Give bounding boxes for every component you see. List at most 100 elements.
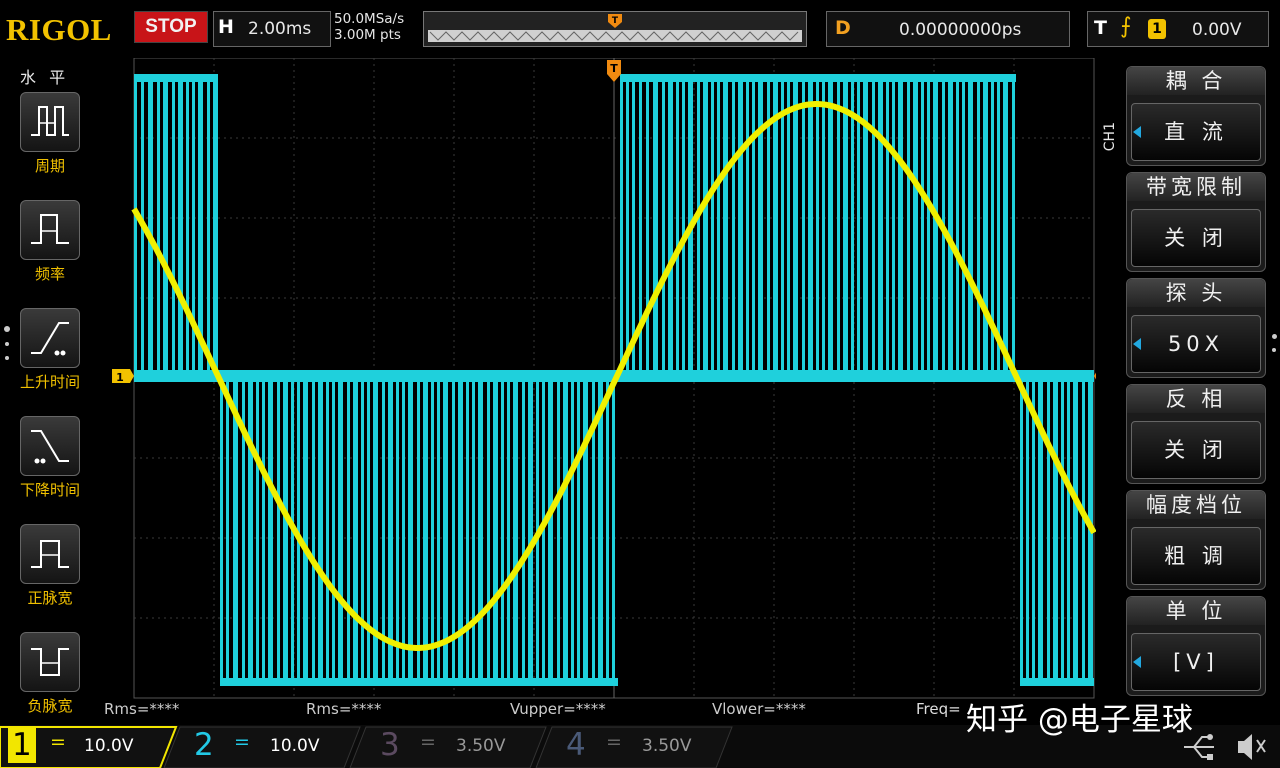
menu-group-value: [V] <box>1131 633 1261 691</box>
pwm-pulse <box>620 74 623 376</box>
pwm-pulse <box>668 74 673 376</box>
pwm-pulse <box>808 74 813 376</box>
menu-page-dot <box>5 342 9 346</box>
pwm-pulse <box>921 74 924 376</box>
menu-group-unit[interactable]: 单 位 [V] <box>1126 596 1266 696</box>
run-stop-button[interactable]: STOP <box>134 11 208 43</box>
pwm-pulse <box>507 376 510 686</box>
menu-group-title: 带宽限制 <box>1127 173 1265 201</box>
pwm-pulse <box>268 376 273 686</box>
channel-number: 4 <box>566 727 586 763</box>
menu-item-label: 下降时间 <box>19 481 80 499</box>
pwm-pulse <box>828 74 833 376</box>
timebase-label: H <box>218 16 234 38</box>
pwm-pulse <box>977 74 980 376</box>
pwm-pulse <box>927 74 930 376</box>
pwm-pulse <box>318 376 323 686</box>
channel-scale: 3.50V <box>642 736 692 756</box>
pwm-pulse <box>402 376 405 686</box>
menu-group-value: 直 流 <box>1131 103 1261 161</box>
pwm-pulse <box>207 74 210 376</box>
delay-box[interactable]: D 0.00000000ps <box>826 11 1070 47</box>
pwm-pulse <box>956 74 959 376</box>
pwm-pulse <box>913 74 918 376</box>
pwm-pulse <box>662 74 665 376</box>
menu-group-value: 粗 调 <box>1131 527 1261 585</box>
timebase-box[interactable]: H 2.00ms <box>213 11 331 47</box>
pwm-pulse <box>892 74 895 376</box>
pwm-pulse <box>186 74 189 376</box>
pwm-pulse <box>907 74 910 376</box>
pwm-pulse <box>933 74 938 376</box>
menu-item-label: 正脉宽 <box>27 589 73 607</box>
menu-item-label: 负脉宽 <box>27 697 73 715</box>
pwm-pulse <box>172 74 175 376</box>
waveform-plot: 1T <box>112 57 1116 699</box>
watermark-text: 知乎 @电子星球 <box>966 702 1193 738</box>
right-channel-menu: CH1 耦 合 直 流 带宽限制 关 闭 探 头 50X 反 相 关 闭 幅度档… <box>1096 58 1280 718</box>
measurement-rms-2: Rms=**** <box>306 700 382 718</box>
sample-rate: 50.0MSa/s <box>334 11 405 27</box>
pwm-pulse <box>781 74 784 376</box>
pwm-pulse <box>802 74 805 376</box>
pwm-pulse <box>262 376 265 686</box>
pwm-pulse <box>626 74 629 376</box>
pwm-pulse <box>1053 376 1058 686</box>
menu-group-invert[interactable]: 反 相 关 闭 <box>1126 384 1266 484</box>
pwm-pulse <box>213 74 218 376</box>
pwm-pulse <box>1026 376 1029 686</box>
pwm-pulse <box>557 376 560 686</box>
menu-group-bandwidth-limit[interactable]: 带宽限制 关 闭 <box>1126 172 1266 272</box>
pwm-pulse <box>326 376 329 686</box>
channel-number: 1 <box>8 727 36 763</box>
menu-group-amplitude-scale[interactable]: 幅度档位 粗 调 <box>1126 490 1266 590</box>
menu-group-title: 单 位 <box>1127 597 1265 625</box>
pwm-pulse <box>437 376 440 686</box>
trigger-label: T <box>1094 17 1107 39</box>
pwm-pulse <box>353 376 358 686</box>
menu-item-positive-width[interactable]: 正脉宽 <box>10 524 90 608</box>
trigger-source-badge: 1 <box>1148 19 1166 39</box>
pwm-pulse <box>408 376 413 686</box>
speaker-icon[interactable] <box>1234 725 1270 768</box>
pwm-pulse <box>571 376 574 686</box>
positive-width-icon <box>20 524 80 584</box>
top-status-bar: RIGOL STOP H 2.00ms 50.0MSa/s 3.00M pts … <box>0 0 1280 58</box>
waveform-screen[interactable]: 1T <box>98 57 1116 710</box>
pwm-pulse <box>676 74 679 376</box>
pwm-pulse <box>1047 376 1050 686</box>
menu-item-period[interactable]: 周期 <box>10 92 90 176</box>
pwm-pulse <box>493 376 498 686</box>
pwm-pulse <box>423 376 428 686</box>
menu-group-probe[interactable]: 探 头 50X <box>1126 278 1266 378</box>
pwm-pulse <box>522 376 525 686</box>
pwm-pulse <box>717 74 720 376</box>
pwm-pulse <box>1003 74 1008 376</box>
menu-item-fall-time[interactable]: 下降时间 <box>10 416 90 500</box>
menu-group-coupling[interactable]: 耦 合 直 流 <box>1126 66 1266 166</box>
channel-scale: 10.0V <box>270 736 320 756</box>
trigger-level: 0.00V <box>1192 20 1242 40</box>
channel-number: 3 <box>380 727 400 763</box>
timebase-value: 2.00ms <box>248 19 312 39</box>
rising-edge-icon: ⨍ <box>1120 14 1132 39</box>
pwm-pulse <box>458 376 463 686</box>
pwm-pulse <box>332 376 335 686</box>
pwm-pulse <box>878 74 883 376</box>
svg-text:T: T <box>612 16 619 26</box>
menu-item-rise-time[interactable]: 上升时间 <box>10 308 90 392</box>
memory-overview: T <box>423 11 807 47</box>
menu-item-negative-width[interactable]: 负脉宽 <box>10 632 90 716</box>
delay-label: D <box>835 17 851 39</box>
menu-item-frequency[interactable]: 频率 <box>10 200 90 284</box>
coupling-symbol: = <box>420 731 436 753</box>
pwm-pulse <box>787 74 790 376</box>
measurement-freq: Freq= <box>916 700 961 718</box>
pwm-pulse <box>1067 376 1070 686</box>
trigger-box[interactable]: T ⨍ 1 0.00V <box>1087 11 1269 47</box>
coupling-symbol: = <box>606 731 622 753</box>
pwm-pulse <box>822 74 825 376</box>
pwm-pulse <box>632 74 635 376</box>
pwm-pulse <box>157 74 160 376</box>
pwm-pulse <box>758 74 763 376</box>
